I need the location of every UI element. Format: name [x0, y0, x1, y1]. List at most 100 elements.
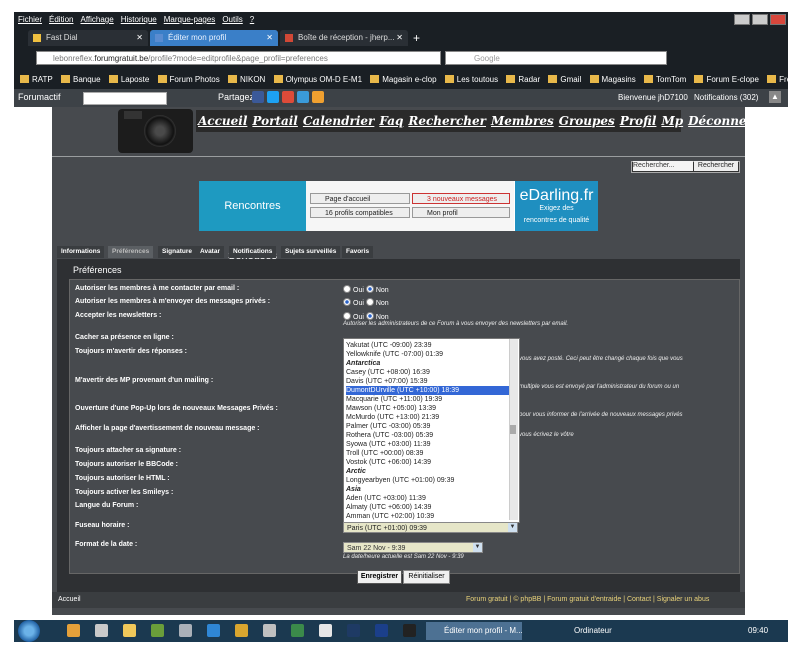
submit-button[interactable]: Enregistrer [357, 570, 402, 584]
forumactif-search-input[interactable] [83, 92, 167, 105]
timezone-option[interactable]: Aden (UTC +03:00) 11:39 [346, 494, 510, 503]
ptab-favoris[interactable]: Favoris [342, 246, 374, 258]
forum-search-button[interactable]: Rechercher [694, 161, 738, 171]
ad-messages-button[interactable]: 3 nouveaux messages [412, 193, 510, 204]
bookmark-laposte[interactable]: Laposte [108, 72, 149, 88]
timezone-option[interactable]: Troll (UTC +00:00) 08:39 [346, 449, 510, 458]
timezone-option[interactable]: Syowa (UTC +03:00) 11:39 [346, 440, 510, 449]
nav-calendrier[interactable]: Calendrier [303, 114, 374, 128]
radio-non[interactable] [365, 285, 374, 293]
app-icon[interactable] [67, 624, 80, 637]
bookmark-nikon[interactable]: NIKON [228, 72, 265, 88]
nav-profil[interactable]: Profil [620, 114, 657, 128]
nav-deconnexion[interactable]: Déconnexion [688, 114, 775, 128]
bookmark-forum-photos[interactable]: Forum Photos [157, 72, 220, 88]
ad-right[interactable]: eDarling.fr Exigez des rencontres de qua… [515, 181, 598, 231]
close-tab-icon[interactable]: ✕ [396, 30, 403, 46]
chevron-down-icon[interactable]: ▼ [508, 523, 517, 532]
maximize-button[interactable] [752, 14, 768, 25]
nav-rechercher[interactable]: Rechercher [408, 114, 486, 128]
timezone-option[interactable]: Almaty (UTC +06:00) 14:39 [346, 503, 510, 512]
tab-editer-profil[interactable]: Éditer mon profil ✕ [150, 30, 278, 46]
forum-search-input[interactable]: Rechercher... [633, 161, 693, 171]
menu-help[interactable]: ? [250, 15, 254, 24]
ptab-informations[interactable]: Informations [57, 246, 105, 258]
search-engine-box[interactable]: Google [445, 51, 667, 65]
computer-label[interactable]: Ordinateur [574, 626, 612, 635]
timezone-option[interactable]: McMurdo (UTC +13:00) 21:39 [346, 413, 510, 422]
app-icon[interactable] [179, 624, 192, 637]
timezone-option[interactable]: Davis (UTC +07:00) 15:39 [346, 377, 510, 386]
bookmark-radar[interactable]: Radar [506, 72, 540, 88]
close-tab-icon[interactable]: ✕ [136, 30, 143, 46]
app-icon[interactable] [95, 624, 108, 637]
ad-left-text[interactable]: Rencontres Sérieuses [199, 181, 306, 262]
app-icon[interactable] [319, 624, 332, 637]
app-icon[interactable] [403, 624, 416, 637]
ptab-signature[interactable]: Signature [158, 246, 196, 258]
twitter-icon[interactable] [267, 91, 279, 103]
reset-button[interactable]: Réinitialiser [403, 570, 450, 584]
google-plus-icon[interactable] [282, 91, 294, 103]
chevron-down-icon[interactable]: ▼ [473, 543, 482, 552]
folder-icon[interactable] [123, 624, 136, 637]
bookmark-forum-e-clope[interactable]: Forum E-clope [694, 72, 759, 88]
bookmark-olympus[interactable]: Olympus OM-D E-M1 [273, 72, 362, 88]
timezone-option[interactable]: Yellowknife (UTC -07:00) 01:39 [346, 350, 510, 359]
bookmark-freebox[interactable]: Freebox [767, 72, 788, 88]
ptab-sujets-surveilles[interactable]: Sujets surveillés [281, 246, 341, 258]
welcome-text[interactable]: Bienvenue jhD7100 [618, 93, 688, 102]
minimize-button[interactable] [734, 14, 750, 25]
new-tab-button[interactable]: + [413, 31, 420, 45]
bookmark-les-toutous[interactable]: Les toutous [444, 72, 498, 88]
app-icon[interactable] [151, 624, 164, 637]
footer-links[interactable]: Forum gratuit | © phpBB | Forum gratuit … [466, 596, 709, 603]
ptab-avatar[interactable]: Avatar [196, 246, 224, 258]
url-bar[interactable]: lebonreflex.forumgratuit.be/profile?mode… [36, 51, 441, 65]
forumactif-brand[interactable]: Forumactif [18, 92, 61, 102]
radio-non[interactable] [365, 312, 374, 320]
timezone-option[interactable]: Rothera (UTC -03:00) 05:39 [346, 431, 510, 440]
menu-historique[interactable]: Historique [121, 15, 157, 24]
app-icon[interactable] [235, 624, 248, 637]
scroll-up-icon[interactable]: ▲ [769, 91, 781, 103]
notifications-link[interactable]: Notifications (302) [694, 93, 758, 102]
email-share-icon[interactable] [297, 91, 309, 103]
timezone-option[interactable]: Casey (UTC +08:00) 16:39 [346, 368, 510, 377]
nav-faq[interactable]: Faq [379, 114, 403, 128]
tab-boite-reception[interactable]: Boîte de réception - jherp... ✕ [280, 30, 408, 46]
menu-edition[interactable]: Édition [49, 15, 73, 24]
close-window-button[interactable] [770, 14, 786, 25]
menu-fichier[interactable]: Fichier [18, 15, 42, 24]
timezone-option[interactable]: Mawson (UTC +05:00) 13:39 [346, 404, 510, 413]
timezone-option[interactable]: DumontDUrville (UTC +10:00) 18:39 [346, 386, 510, 395]
timezone-option[interactable]: Amman (UTC +02:00) 10:39 [346, 512, 510, 521]
bookmark-tomtom[interactable]: TomTom [644, 72, 686, 88]
radio-oui[interactable] [343, 285, 351, 293]
bookmark-magasin-e-clop[interactable]: Magasin e-clop [370, 72, 437, 88]
timezone-option[interactable]: Longyearbyen (UTC +01:00) 09:39 [346, 476, 510, 485]
timezone-option[interactable]: Palmer (UTC -03:00) 05:39 [346, 422, 510, 431]
timezone-option[interactable]: Vostok (UTC +06:00) 14:39 [346, 458, 510, 467]
rss-icon[interactable] [312, 91, 324, 103]
nav-portail[interactable]: Portail [252, 114, 297, 128]
ad-home-button[interactable]: Page d'accueil [310, 193, 410, 204]
menu-marque-pages[interactable]: Marque-pages [164, 15, 216, 24]
nav-membres[interactable]: Membres [491, 114, 554, 128]
photoshop-icon[interactable] [375, 624, 388, 637]
app-icon[interactable] [291, 624, 304, 637]
menu-affichage[interactable]: Affichage [80, 15, 113, 24]
ad-profiles-button[interactable]: 16 profils compatibles [310, 207, 410, 218]
footer-home-link[interactable]: Accueil [58, 596, 81, 603]
timezone-dropdown-list[interactable]: Yakutat (UTC -09:00) 23:39 Yellowknife (U… [343, 338, 520, 523]
nav-accueil[interactable]: Accueil [198, 114, 247, 128]
timezone-option[interactable]: Macquarie (UTC +11:00) 19:39 [346, 395, 510, 404]
ptab-notifications[interactable]: Notifications [229, 246, 277, 258]
nav-groupes[interactable]: Groupes [559, 114, 615, 128]
radio-oui[interactable] [343, 312, 351, 320]
start-button[interactable] [18, 620, 40, 642]
radio-non[interactable] [365, 298, 374, 306]
date-format-select[interactable]: Sam 22 Nov - 9:39 [343, 542, 483, 553]
bookmark-banque[interactable]: Banque [60, 72, 101, 88]
ad-my-profile-button[interactable]: Mon profil [412, 207, 510, 218]
